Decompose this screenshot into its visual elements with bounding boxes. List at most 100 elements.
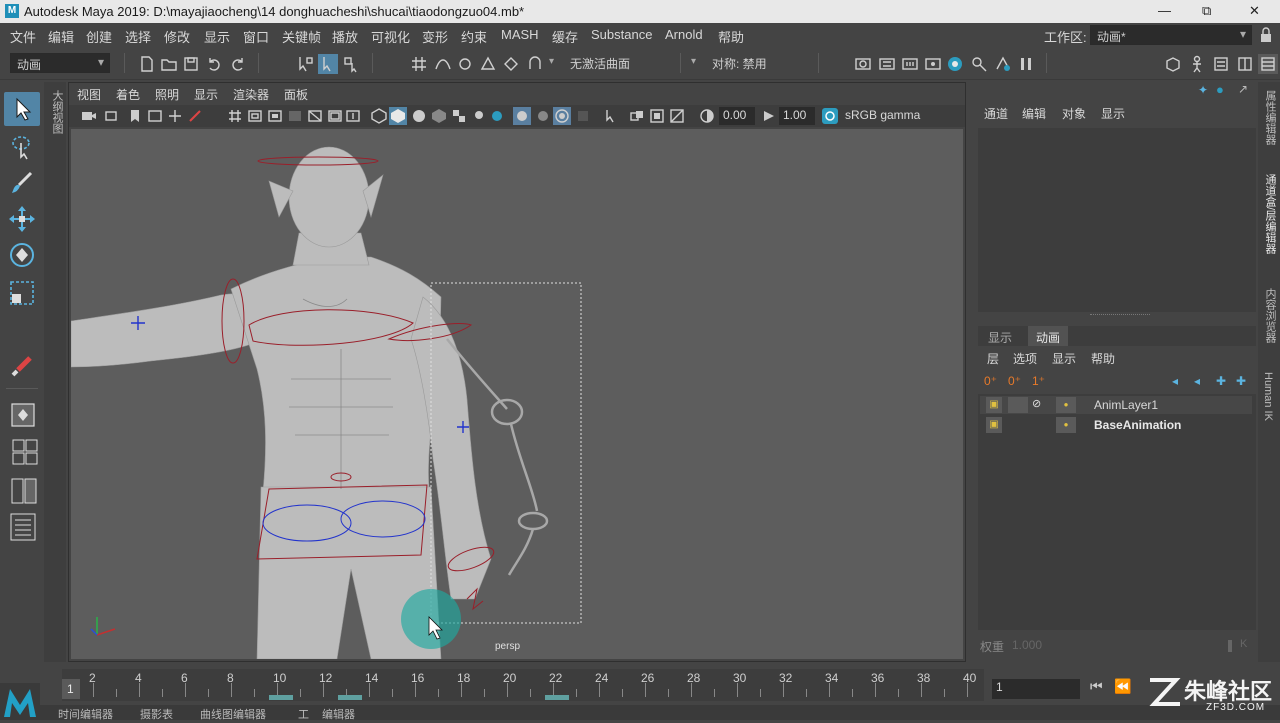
camera-lock-icon[interactable] <box>105 108 121 124</box>
tab-animation[interactable]: 动画 <box>1028 326 1069 346</box>
pin-icon[interactable]: ✦ <box>1198 83 1208 97</box>
menu-display[interactable]: 显示 <box>204 27 230 46</box>
mute-icon[interactable] <box>1008 397 1028 413</box>
ipr-render-icon[interactable] <box>901 55 919 73</box>
anti-aliasing-icon[interactable] <box>669 108 685 124</box>
two-d-pan-icon[interactable] <box>167 108 183 124</box>
panel-menu-show[interactable]: 显示 <box>194 86 218 103</box>
menu-mash[interactable]: MASH <box>501 27 539 42</box>
new-layer-icon[interactable]: ✚ <box>1216 374 1226 388</box>
panel-menu-view[interactable]: 视图 <box>77 86 101 103</box>
last-tool-button[interactable] <box>4 350 40 384</box>
grease-pencil-icon[interactable] <box>187 108 203 124</box>
character-icon[interactable] <box>1188 55 1206 73</box>
minimize-button[interactable]: — <box>1158 3 1171 18</box>
lock-icon[interactable]: ▣ <box>986 417 1002 433</box>
menu-select[interactable]: 选择 <box>125 27 151 46</box>
layer-row[interactable]: ▣ ⊘ ● AnimLayer1 <box>980 396 1252 414</box>
textured-icon[interactable] <box>431 108 447 124</box>
pause-icon[interactable] <box>1017 55 1035 73</box>
current-frame-marker[interactable]: 1 <box>62 679 80 699</box>
lights-icon[interactable] <box>471 108 487 124</box>
restore-button[interactable]: ⧉ <box>1202 3 1211 19</box>
tab-channel-box[interactable]: 通道盒/层编辑器 <box>1262 174 1278 254</box>
menu-playback[interactable]: 播放 <box>332 27 358 46</box>
snap-grid-icon[interactable] <box>410 55 428 73</box>
select-tool-button[interactable] <box>4 92 40 126</box>
render-frame-icon[interactable] <box>878 55 896 73</box>
render-settings-icon[interactable] <box>924 55 942 73</box>
panel-menu-shading[interactable]: 着色 <box>116 86 140 103</box>
attribute-editor-icon[interactable] <box>1212 55 1230 73</box>
channelbox-menu-edit[interactable]: 编辑 <box>1022 105 1046 122</box>
gamma-field[interactable]: 1.00 <box>779 107 815 125</box>
expand-icon[interactable]: ↗ <box>1238 82 1248 96</box>
checker-icon[interactable] <box>451 108 467 124</box>
tab-content-browser[interactable]: 内容浏览器 <box>1262 288 1278 343</box>
refresh-icon[interactable]: ● <box>1216 82 1224 97</box>
wireframe-on-shaded-icon[interactable] <box>411 108 427 124</box>
render-view-icon[interactable] <box>854 55 872 73</box>
menu-window[interactable]: 窗口 <box>243 27 269 46</box>
exposure-icon[interactable] <box>699 108 715 124</box>
xray-icon[interactable] <box>513 107 531 125</box>
menu-substance[interactable]: Substance <box>591 27 652 42</box>
weight-slider[interactable] <box>1228 640 1232 652</box>
viewport-3d[interactable]: persp <box>71 129 963 659</box>
motion-blur-icon[interactable] <box>649 108 665 124</box>
snap-magnet-icon[interactable] <box>526 55 544 73</box>
snap-surface-icon[interactable] <box>502 55 520 73</box>
solo-icon[interactable]: ⊘ <box>1032 397 1048 413</box>
menu-file[interactable]: 文件 <box>10 27 36 46</box>
zero-weight-icon[interactable]: 0⁺ <box>1008 374 1021 388</box>
live-surface-field[interactable]: 无激活曲面 <box>564 53 662 73</box>
menu-modify[interactable]: 修改 <box>164 27 190 46</box>
layer-menu-layers[interactable]: 层 <box>987 350 999 367</box>
splitter-handle[interactable] <box>1090 314 1150 315</box>
safe-action-icon[interactable] <box>327 108 343 124</box>
step-back-key-icon[interactable]: ⏪ <box>1114 678 1131 695</box>
tab-human-ik[interactable]: Human IK <box>1262 372 1274 421</box>
select-hierarchy-icon[interactable] <box>296 55 314 73</box>
undo-icon[interactable] <box>205 55 223 73</box>
layer-row[interactable]: ▣ ● BaseAnimation <box>980 416 1252 434</box>
layer-menu-show[interactable]: 显示 <box>1052 350 1076 367</box>
keyframe-marker[interactable] <box>269 695 293 700</box>
open-scene-icon[interactable] <box>160 55 178 73</box>
gate-mask-icon[interactable] <box>287 108 303 124</box>
save-scene-icon[interactable] <box>182 55 200 73</box>
outliner-tab[interactable]: 大纲视图 <box>49 90 65 134</box>
outliner-layout-button[interactable] <box>4 510 40 544</box>
channelbox-menu-show[interactable]: 显示 <box>1101 105 1125 122</box>
channel-box-icon[interactable] <box>1258 54 1278 74</box>
safe-title-icon[interactable] <box>345 108 361 124</box>
lasso-tool-button[interactable] <box>4 130 40 164</box>
wireframe-icon[interactable] <box>371 108 387 124</box>
one-weight-icon[interactable]: 1⁺ <box>1032 374 1045 388</box>
layer-menu-help[interactable]: 帮助 <box>1091 350 1115 367</box>
lock-icon[interactable] <box>1259 27 1273 43</box>
new-scene-icon[interactable] <box>138 55 156 73</box>
scale-tool-button[interactable] <box>4 276 40 310</box>
menu-constrain[interactable]: 约束 <box>461 27 487 46</box>
paint-select-tool-button[interactable] <box>4 166 40 200</box>
panel-menu-lighting[interactable]: 照明 <box>155 86 179 103</box>
tool-settings-icon[interactable] <box>1236 55 1254 73</box>
rotate-tool-button[interactable] <box>4 238 40 272</box>
move-layer-down-icon[interactable]: ◂ <box>1194 374 1200 388</box>
modeling-toolkit-icon[interactable] <box>1164 55 1182 73</box>
xray-active-icon[interactable] <box>553 107 571 125</box>
lock-icon[interactable]: ▣ <box>986 397 1002 413</box>
menu-key[interactable]: 关键帧 <box>282 27 321 46</box>
two-view-layout-button[interactable] <box>4 474 40 508</box>
key-label[interactable]: K <box>1240 638 1247 650</box>
snap-point-icon[interactable] <box>456 55 474 73</box>
grid-icon[interactable] <box>227 108 243 124</box>
snap-curve-icon[interactable] <box>434 55 452 73</box>
weight-value[interactable]: 1.000 <box>1012 638 1042 652</box>
workspace-dropdown[interactable]: 动画* ▾ <box>1090 25 1252 45</box>
resolution-gate-icon[interactable] <box>267 108 283 124</box>
xray-joints-icon[interactable] <box>535 108 551 124</box>
shadows-icon[interactable] <box>489 108 505 124</box>
camera-icon[interactable] <box>81 108 97 124</box>
